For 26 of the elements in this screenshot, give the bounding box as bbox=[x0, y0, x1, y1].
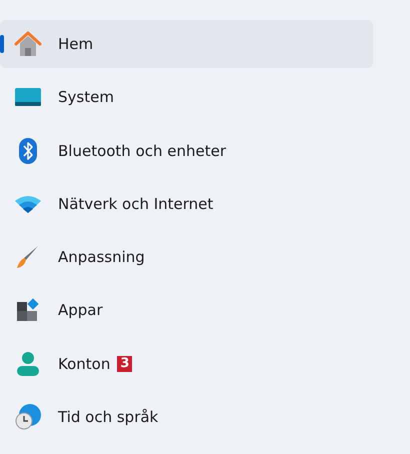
nav-item[interactable]: Bluetooth och enheter bbox=[0, 126, 373, 175]
nav-label: Hem bbox=[58, 35, 94, 53]
bluetooth-icon bbox=[19, 138, 37, 164]
number-badge: 3 bbox=[117, 356, 132, 372]
nav-label: Bluetooth och enheter bbox=[58, 142, 226, 160]
nav-label: Appar bbox=[58, 301, 103, 320]
nav-label: System bbox=[58, 88, 114, 106]
nav-item[interactable]: Hem bbox=[0, 20, 373, 68]
person-icon bbox=[17, 352, 39, 376]
nav-label: Konton bbox=[58, 354, 110, 373]
paintbrush-icon bbox=[16, 245, 40, 270]
nav-label: Tid och språk bbox=[58, 408, 158, 426]
globe-clock-icon bbox=[15, 404, 41, 430]
nav-label: Nätverk och Internet bbox=[58, 194, 214, 213]
wifi-icon bbox=[15, 194, 41, 213]
nav-item[interactable]: Anpassning bbox=[0, 233, 373, 282]
selection-indicator bbox=[0, 35, 4, 53]
home-icon bbox=[14, 31, 42, 57]
nav-item[interactable]: Tid och språk bbox=[0, 393, 373, 442]
nav-item[interactable]: Appar bbox=[0, 286, 373, 334]
nav-item[interactable]: Nätverk och Internet bbox=[0, 180, 373, 228]
monitor-icon bbox=[15, 88, 41, 106]
nav-item[interactable]: System bbox=[0, 73, 373, 122]
nav-item[interactable]: Konton 3 bbox=[0, 340, 373, 388]
apps-icon bbox=[16, 298, 40, 322]
nav-label: Anpassning bbox=[58, 248, 145, 266]
